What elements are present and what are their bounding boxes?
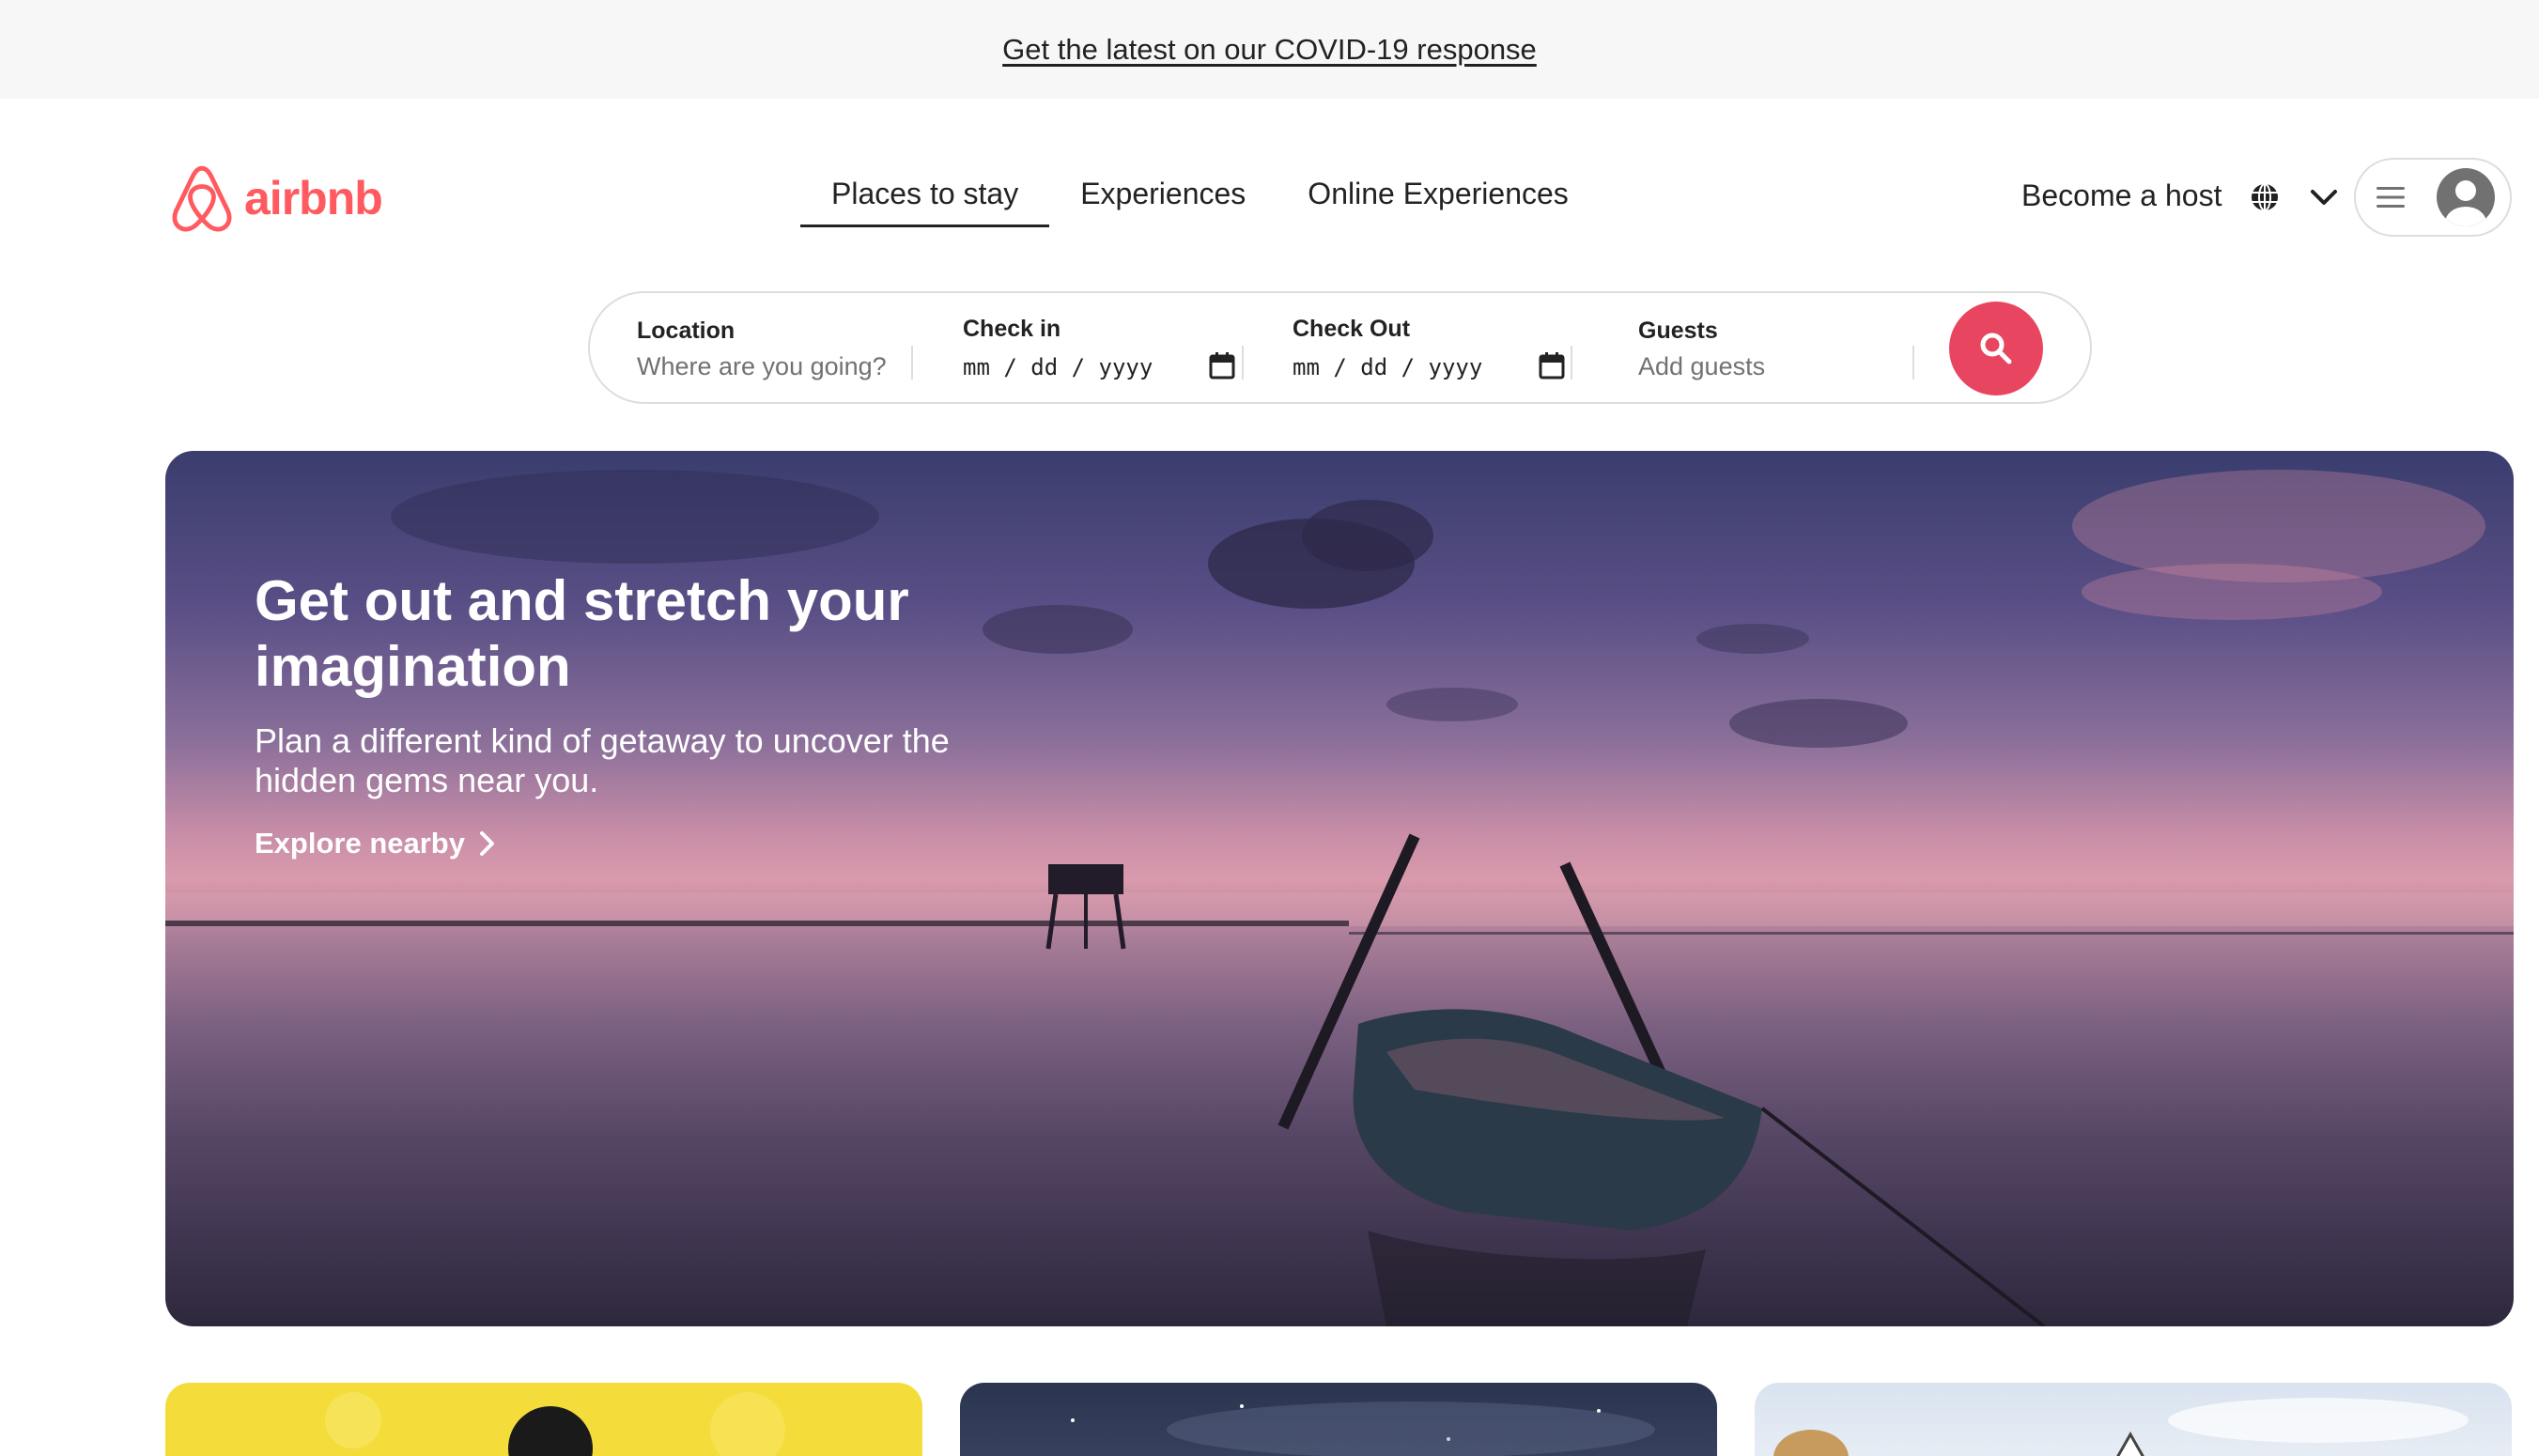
guests-input[interactable]: Add guests (1638, 352, 1765, 381)
globe-icon[interactable] (2249, 181, 2281, 213)
card-night-sky[interactable] (960, 1383, 1717, 1456)
covid-banner: Get the latest on our COVID-19 response (0, 0, 2539, 99)
become-a-host-link[interactable]: Become a host (2021, 178, 2222, 213)
search-bar: Location Where are you going? Check in m… (588, 291, 2092, 404)
main-nav: Places to stay Experiences Online Experi… (800, 169, 1600, 227)
card-image (325, 1392, 785, 1456)
location-input[interactable]: Where are you going? (637, 352, 887, 381)
hero-subtitle: Plan a different kind of getaway to unco… (255, 721, 950, 799)
search-button[interactable] (1949, 302, 2043, 395)
chevron-down-icon[interactable] (2309, 184, 2339, 210)
divider (911, 346, 913, 379)
divider (1912, 346, 1914, 379)
check-out-input[interactable]: mm / dd / yyyy (1293, 354, 1482, 380)
location-label: Location (637, 318, 735, 344)
divider (1571, 346, 1572, 379)
explore-nearby-link[interactable]: Explore nearby (255, 827, 497, 860)
guests-field[interactable]: Guests Add guests (1638, 318, 1765, 381)
guests-label: Guests (1638, 318, 1718, 344)
airbnb-logo[interactable]: airbnb (169, 164, 383, 232)
check-out-field[interactable]: Check Out mm / dd / yyyy (1293, 316, 1482, 380)
user-avatar-icon (2437, 168, 2495, 226)
hero-title: Get out and stretch your imagination (255, 569, 909, 698)
check-out-label: Check Out (1293, 316, 1411, 342)
covid-response-link[interactable]: Get the latest on our COVID-19 response (1002, 33, 1537, 67)
chevron-right-icon (479, 831, 494, 856)
hamburger-icon (2376, 187, 2405, 208)
search-icon (1980, 333, 2012, 364)
location-field[interactable]: Location Where are you going? (637, 318, 887, 381)
card-yellow[interactable] (165, 1383, 922, 1456)
card-sky[interactable] (1755, 1383, 2512, 1456)
hero-banner: Get out and stretch your imagination Pla… (165, 451, 2514, 1326)
card-image (1071, 1402, 1655, 1456)
check-in-input[interactable]: mm / dd / yyyy (963, 354, 1153, 380)
card-image (1773, 1398, 2469, 1456)
divider (1242, 346, 1244, 379)
calendar-icon[interactable] (1539, 351, 1565, 379)
explore-nearby-label: Explore nearby (255, 827, 465, 860)
check-in-label: Check in (963, 316, 1061, 342)
nav-online-experiences[interactable]: Online Experiences (1277, 169, 1599, 225)
logo-wordmark: airbnb (244, 172, 383, 225)
check-in-field[interactable]: Check in mm / dd / yyyy (963, 316, 1153, 380)
airbnb-belo-icon (172, 165, 232, 232)
nav-experiences[interactable]: Experiences (1049, 169, 1277, 225)
profile-menu-button[interactable] (2354, 158, 2512, 237)
nav-places-to-stay[interactable]: Places to stay (800, 169, 1050, 227)
calendar-icon[interactable] (1209, 351, 1235, 379)
